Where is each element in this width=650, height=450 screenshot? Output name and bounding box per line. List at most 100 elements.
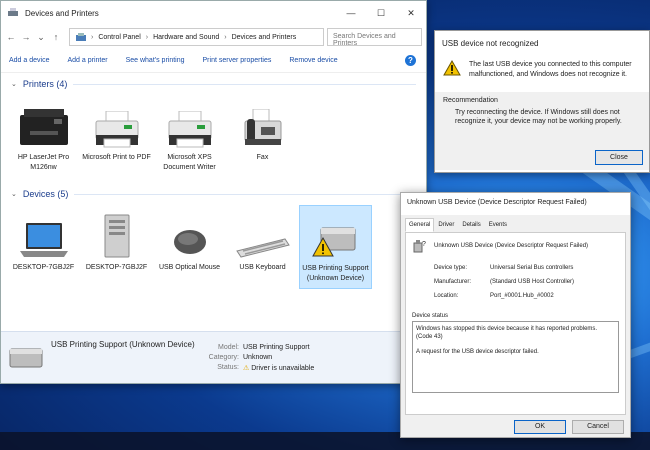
properties-title: Unknown USB Device (Device Descriptor Re… — [401, 193, 630, 215]
up-arrow-icon[interactable]: ↑ — [50, 32, 62, 42]
device-properties-dialog: Unknown USB Device (Device Descriptor Re… — [400, 192, 631, 438]
recommendation-text: Try reconnecting the device. If Windows … — [455, 109, 622, 125]
device-label: DESKTOP-7GBJ2F — [85, 264, 148, 271]
collapse-chevron-icon[interactable]: ⌄ — [11, 80, 17, 88]
details-pane: USB Printing Support (Unknown Device) Mo… — [1, 331, 426, 383]
search-input[interactable]: Search Devices and Printers — [327, 28, 422, 47]
mfp-printer-icon — [9, 99, 78, 149]
device-type-label: Device type: — [434, 265, 468, 271]
device-item-usb-printing-support[interactable]: USB Printing Support (Unknown Device) — [299, 205, 372, 289]
status-text: A request for the USB device descriptor … — [416, 349, 539, 355]
back-arrow-icon[interactable]: ← — [5, 32, 17, 42]
printer-icon — [82, 99, 151, 149]
manufacturer-value: (Standard USB Host Controller) — [490, 279, 575, 285]
collapse-chevron-icon[interactable]: ⌄ — [11, 190, 17, 198]
status-value: ⚠ Driver is unavailable — [243, 364, 315, 372]
command-bar: Add a device Add a printer See what's pr… — [1, 49, 426, 73]
remove-device-button[interactable]: Remove device — [289, 57, 337, 64]
printer-label: Microsoft Print to PDF — [82, 154, 151, 161]
breadcrumb-separator-icon: › — [224, 33, 227, 41]
printer-item-hp-laserjet[interactable]: HP LaserJet Pro M126nw — [7, 95, 80, 177]
minimize-button[interactable]: — — [336, 1, 366, 25]
status-text: Windows has stopped this device because … — [416, 326, 598, 340]
keyboard-icon — [228, 209, 297, 259]
device-item-desktop-tower[interactable]: DESKTOP-7GBJ2F — [80, 205, 153, 289]
model-value: USB Printing Support — [243, 343, 310, 351]
model-label: Model: — [217, 343, 239, 351]
dialog-title: USB device not recognized — [442, 39, 539, 48]
breadcrumb-devices-printers[interactable]: Devices and Printers — [232, 34, 297, 41]
printer-item-print-to-pdf[interactable]: Microsoft Print to PDF — [80, 95, 153, 177]
laptop-icon — [9, 209, 78, 259]
add-printer-button[interactable]: Add a printer — [67, 57, 107, 64]
device-type-value: Universal Serial Bus controllers — [490, 265, 574, 271]
device-label: USB Printing Support (Unknown Device) — [302, 265, 369, 282]
device-label: USB Keyboard — [239, 264, 286, 271]
maximize-button[interactable]: ☐ — [366, 1, 396, 25]
tab-details[interactable]: Details — [458, 218, 484, 232]
breadcrumb-control-panel[interactable]: Control Panel — [98, 34, 140, 41]
add-device-button[interactable]: Add a device — [9, 57, 49, 64]
usb-not-recognized-dialog: USB device not recognized The last USB d… — [434, 30, 650, 173]
recommendation-title: Recommendation — [443, 97, 498, 104]
printers-grid: HP LaserJet Pro M126nw Microsoft Print t… — [1, 95, 426, 177]
dialog-message: The last USB device you connected to thi… — [469, 61, 632, 78]
devices-printers-icon — [8, 8, 18, 16]
print-server-properties-button[interactable]: Print server properties — [203, 57, 272, 64]
forward-arrow-icon[interactable]: → — [20, 32, 32, 42]
tab-events[interactable]: Events — [485, 218, 511, 232]
device-status-title: Device status — [412, 313, 449, 319]
mouse-icon — [155, 209, 224, 259]
printers-section-title: Printers (4) — [22, 79, 68, 89]
printers-section-header[interactable]: ⌄ Printers (4) — [1, 73, 426, 95]
control-panel-icon — [76, 32, 86, 41]
see-whats-printing-button[interactable]: See what's printing — [126, 57, 185, 64]
printer-item-xps-writer[interactable]: Microsoft XPS Document Writer — [153, 95, 226, 177]
tab-general[interactable]: General — [405, 218, 435, 232]
devices-section-header[interactable]: ⌄ Devices (5) — [1, 183, 426, 205]
status-label: Status: — [217, 363, 239, 371]
properties-tabs: General Driver Details Events — [401, 215, 630, 232]
device-label: DESKTOP-7GBJ2F — [12, 264, 75, 271]
manufacturer-label: Manufacturer: — [434, 279, 472, 285]
printer-item-fax[interactable]: Fax — [226, 95, 299, 177]
unknown-device-icon: ? — [413, 240, 426, 253]
printer-label: Fax — [256, 154, 269, 161]
dropdown-chevron-icon[interactable]: ⌄ — [35, 32, 47, 43]
category-label: Category: — [208, 353, 239, 361]
device-item-laptop[interactable]: DESKTOP-7GBJ2F — [7, 205, 80, 289]
tab-driver[interactable]: Driver — [434, 218, 458, 232]
close-dialog-button[interactable]: Close — [595, 150, 643, 165]
device-status-textbox[interactable]: Windows has stopped this device because … — [412, 321, 619, 393]
close-button[interactable]: ✕ — [396, 1, 426, 25]
breadcrumb-separator-icon: › — [145, 33, 149, 41]
devices-grid: DESKTOP-7GBJ2F DESKTOP-7GBJ2F USB Optica… — [1, 205, 426, 289]
breadcrumb-hardware-sound[interactable]: Hardware and Sound — [153, 34, 219, 41]
general-tab-panel: ? Unknown USB Device (Device Descriptor … — [405, 232, 626, 415]
device-name: Unknown USB Device (Device Descriptor Re… — [434, 243, 589, 249]
devices-printers-window: Devices and Printers — ☐ ✕ ← → ⌄ ↑ › Con… — [0, 0, 427, 384]
tower-pc-icon — [82, 209, 151, 259]
svg-text:?: ? — [422, 241, 426, 248]
unknown-device-icon — [1, 345, 51, 371]
printer-label: Microsoft XPS Document Writer — [163, 154, 216, 171]
printer-icon — [155, 99, 224, 149]
help-icon[interactable]: ? — [405, 55, 416, 66]
ok-button[interactable]: OK — [514, 420, 566, 434]
device-label: USB Optical Mouse — [158, 264, 221, 271]
category-value: Unknown — [243, 353, 273, 361]
device-item-mouse[interactable]: USB Optical Mouse — [153, 205, 226, 289]
unknown-device-icon — [302, 210, 369, 260]
title-bar: Devices and Printers — ☐ ✕ — [1, 1, 426, 25]
devices-section-title: Devices (5) — [22, 189, 69, 199]
details-device-name: USB Printing Support (Unknown Device) — [51, 340, 195, 349]
fax-icon — [228, 99, 297, 149]
warning-icon: ⚠ — [243, 364, 250, 372]
address-bar: ← → ⌄ ↑ › Control Panel › Hardware and S… — [1, 25, 426, 49]
cancel-button[interactable]: Cancel — [572, 420, 624, 434]
window-title: Devices and Printers — [25, 8, 99, 18]
breadcrumb[interactable]: › Control Panel › Hardware and Sound › D… — [69, 28, 324, 46]
location-value: Port_#0001.Hub_#0002 — [490, 293, 554, 299]
device-item-keyboard[interactable]: USB Keyboard — [226, 205, 299, 289]
printer-label: HP LaserJet Pro M126nw — [17, 154, 70, 171]
